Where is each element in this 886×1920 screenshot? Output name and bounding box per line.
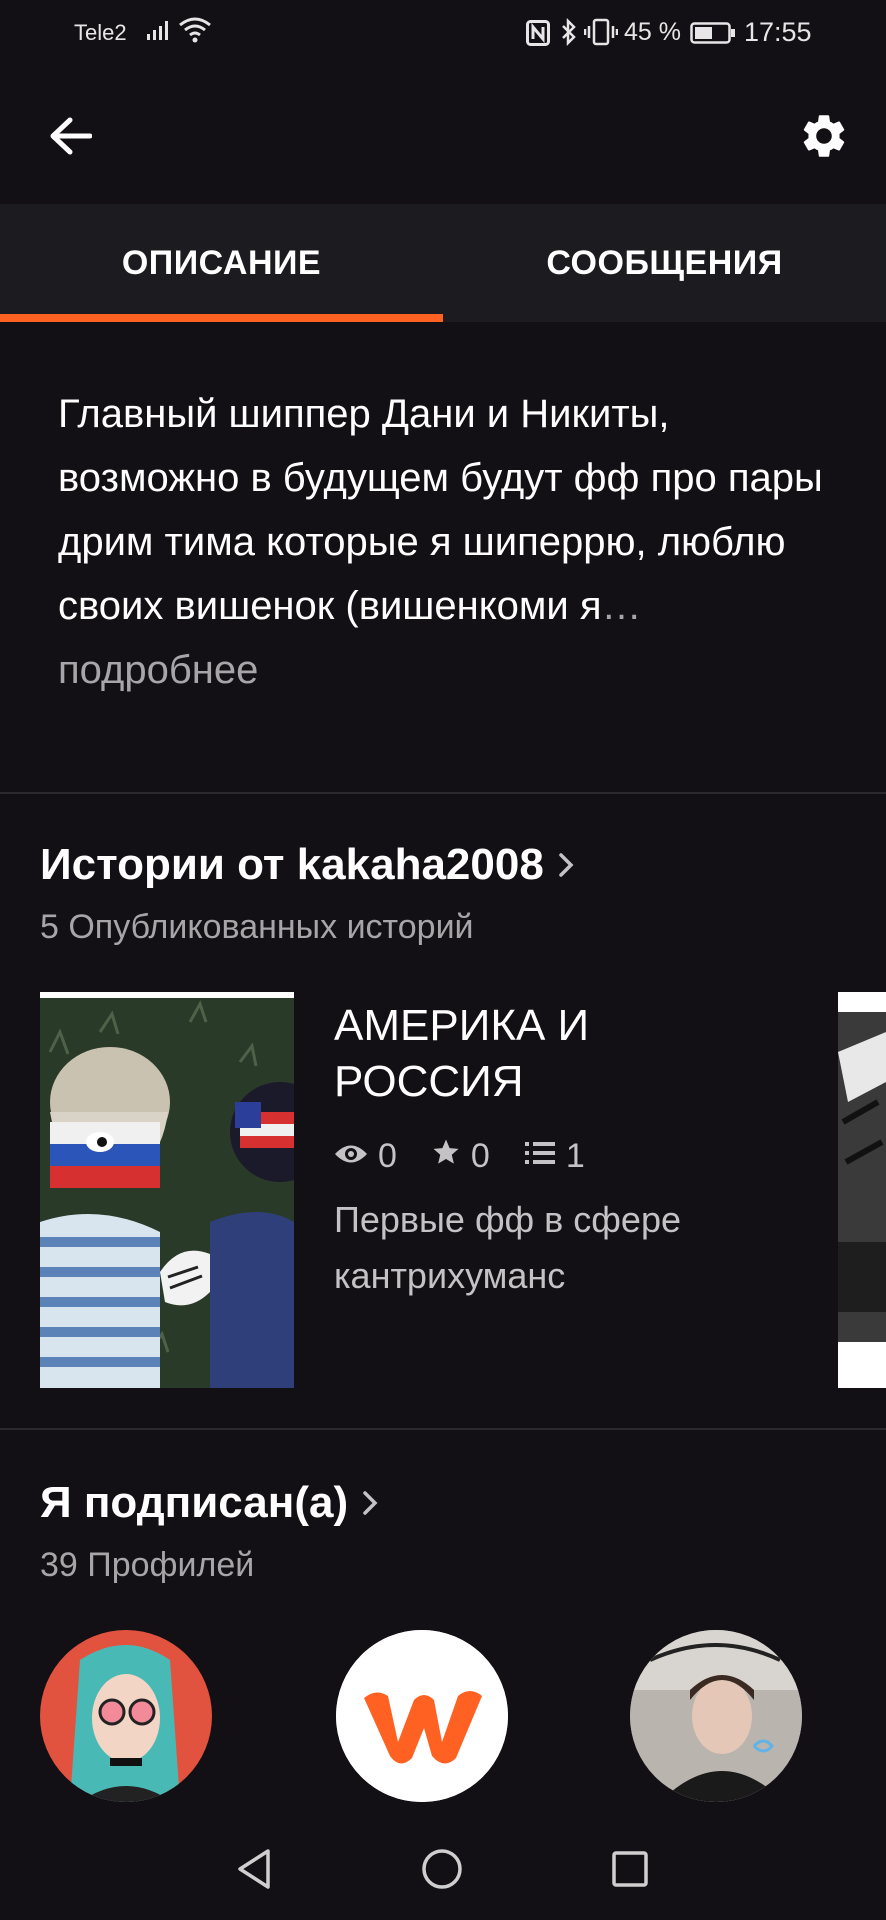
stories-title-label: Истории от kakaha2008 [40, 840, 544, 889]
votes-count: 0 [470, 1136, 490, 1175]
following-title-label: Я подписан(а) [40, 1478, 349, 1527]
vibrate-icon [583, 18, 619, 51]
nfc-icon [526, 20, 550, 51]
arrow-left-icon [48, 116, 93, 161]
story-stats: 0 0 1 [334, 1134, 619, 1178]
following-section-title[interactable]: Я подписан(а) [40, 1478, 378, 1528]
tab-description[interactable]: ОПИСАНИЕ [0, 204, 443, 322]
divider [0, 1428, 886, 1430]
battery-icon [690, 22, 736, 49]
next-story-cover-image[interactable] [838, 992, 886, 1388]
description-ellipsis: … [601, 584, 642, 628]
parts-stat: 1 [524, 1137, 585, 1176]
story-cover-image[interactable] [40, 992, 294, 1388]
description-text: Главный шиппер Дани и Никиты, возможно в… [58, 392, 823, 628]
app-bar [0, 66, 886, 204]
tab-messages[interactable]: СООБЩЕНИЯ [443, 204, 886, 322]
chevron-right-icon [362, 1489, 378, 1517]
story-title[interactable]: АМЕРИКА И РОССИЯ [334, 998, 764, 1110]
clock: 17:55 [744, 17, 812, 47]
signal-icon [146, 18, 174, 47]
views-stat: 0 [334, 1137, 397, 1176]
system-nav-bar [0, 1822, 886, 1920]
home-circle-icon [420, 1847, 464, 1896]
star-icon [431, 1137, 471, 1176]
eye-icon [334, 1137, 378, 1176]
views-count: 0 [378, 1136, 397, 1175]
carrier-label: Tele2 [74, 20, 127, 45]
nav-back-button[interactable] [224, 1846, 284, 1896]
avatar[interactable] [336, 1630, 508, 1802]
parts-count: 1 [565, 1136, 585, 1175]
votes-stat: 0 [431, 1137, 490, 1176]
chevron-right-icon [558, 851, 574, 879]
stories-count: 5 Опубликованных историй [40, 908, 474, 946]
avatar[interactable] [40, 1630, 212, 1802]
active-tab-indicator [0, 314, 443, 322]
avatar[interactable] [630, 1630, 802, 1802]
nav-recents-button[interactable] [600, 1846, 660, 1896]
status-bar: Tele2 45 % 17:55 [0, 0, 886, 66]
nav-home-button[interactable] [412, 1846, 472, 1896]
stories-section-title[interactable]: Истории от kakaha2008 [40, 840, 574, 890]
back-triangle-icon [234, 1847, 274, 1896]
gear-icon [798, 110, 850, 167]
recents-square-icon [610, 1849, 650, 1894]
divider [0, 792, 886, 794]
wifi-icon [178, 16, 212, 49]
tab-bar: ОПИСАНИЕ СООБЩЕНИЯ [0, 204, 886, 322]
profile-description: Главный шиппер Дани и Никиты, возможно в… [58, 382, 848, 702]
settings-button[interactable] [792, 106, 856, 170]
battery-percent: 45 % [624, 18, 681, 46]
story-description: Первые фф в сфере кантрихуманс [334, 1199, 681, 1296]
back-button[interactable] [40, 110, 100, 166]
read-more-link[interactable]: подробнее [58, 648, 258, 692]
following-count: 39 Профилей [40, 1546, 255, 1584]
bluetooth-icon [560, 17, 578, 51]
list-icon [524, 1137, 566, 1176]
